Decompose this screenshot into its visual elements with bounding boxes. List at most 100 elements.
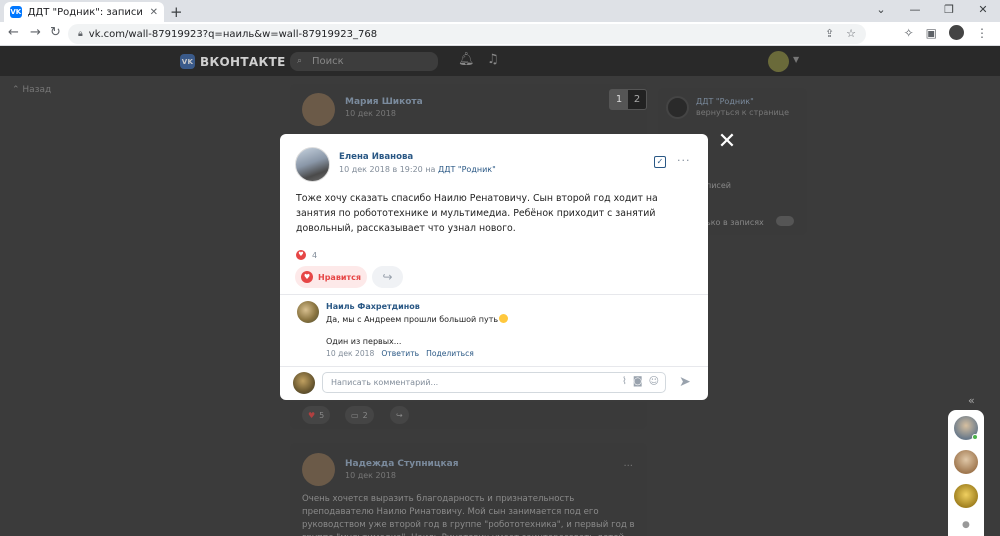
group-avatar[interactable] <box>666 96 689 119</box>
comment-input-placeholder: Написать комментарий... <box>331 378 439 387</box>
menu-dots-icon[interactable]: ⋮ <box>976 26 988 40</box>
post-group-link[interactable]: ДДТ "Родник" <box>438 165 496 174</box>
comment-author-avatar[interactable] <box>297 301 319 323</box>
post-author-avatar[interactable] <box>302 93 335 126</box>
music-icon[interactable]: ♫ <box>487 52 499 67</box>
comment-button[interactable]: ▭ 2 <box>345 406 374 424</box>
comment-author-name[interactable]: Наиль Фахретдинов <box>326 302 420 311</box>
toggle-label: ько в записях <box>706 218 764 227</box>
comment-count: 2 <box>362 410 368 420</box>
forward-arrow-icon[interactable]: → <box>30 25 41 40</box>
profile-avatar[interactable] <box>949 25 964 40</box>
current-user-avatar <box>293 372 315 394</box>
return-link[interactable]: вернуться к странице <box>696 108 789 117</box>
comment-input[interactable]: Написать комментарий... ⌇ ◙ ☺ <box>322 372 666 393</box>
share-button[interactable]: ↪ <box>372 266 403 288</box>
vk-logo[interactable]: VK ВКОНТАКТЕ <box>180 54 286 69</box>
url-text: vk.com/wall-87919923?q=наиль&w=wall-8791… <box>88 28 378 40</box>
chevron-down-icon[interactable]: ⌄ <box>864 0 898 22</box>
more-dots-icon[interactable]: ··· <box>623 461 633 472</box>
post-date[interactable]: 10 дек 2018 <box>345 471 396 480</box>
post-text: Тоже хочу сказать спасибо Наилю Ренатови… <box>296 193 658 234</box>
attach-icon[interactable]: ⌇ <box>622 376 627 387</box>
chat-bubble-icon[interactable]: ● <box>962 520 970 530</box>
address-bar[interactable]: 🔒︎ vk.com/wall-87919923?q=наиль&w=wall-8… <box>68 24 866 44</box>
browser-tabbar: VK ДДТ "Родник": записи сообщест ✕ + ⌄ —… <box>0 0 1000 22</box>
browser-tab[interactable]: VK ДДТ "Родник": записи сообщест ✕ <box>4 2 164 22</box>
heart-icon: ♥ <box>296 250 306 260</box>
share-arrow-icon: ↪ <box>382 270 393 284</box>
camera-icon[interactable]: ◙ <box>633 376 643 387</box>
vk-header: VK ВКОНТАКТЕ ⌕ Поиск 🔔︎ ♫ ▼ <box>0 46 1000 76</box>
post-author-name[interactable]: Надежда Ступницкая <box>345 459 458 469</box>
page-switch-1[interactable]: 1 <box>610 90 628 109</box>
bell-icon[interactable]: 🔔︎ <box>458 52 475 67</box>
reactions-count: 4 <box>312 250 318 260</box>
chat-avatar[interactable] <box>954 450 978 474</box>
post-author-name[interactable]: Мария Шикота <box>345 97 423 107</box>
side-panel-icon[interactable]: ▣ <box>926 26 937 40</box>
chevron-down-icon[interactable]: ▼ <box>793 55 799 64</box>
back-arrow-icon[interactable]: ← <box>8 25 19 40</box>
vk-search-input[interactable]: ⌕ Поиск <box>290 52 438 71</box>
comment-text-continued: Один из первых... <box>326 337 402 346</box>
emoji-icon[interactable]: ☺ <box>649 376 659 387</box>
new-tab-button[interactable]: + <box>170 3 183 21</box>
bookmark-star-icon[interactable]: ☆ <box>846 27 856 40</box>
share-link[interactable]: Поделиться <box>426 349 474 358</box>
like-button[interactable]: ♥ 5 <box>302 406 331 424</box>
send-icon[interactable]: ➤ <box>679 374 691 390</box>
chat-avatar[interactable] <box>954 484 978 508</box>
post-date[interactable]: 10 дек 2018 <box>345 109 396 118</box>
restore-button[interactable]: ❐ <box>932 0 966 22</box>
share-icon[interactable]: ⇪ <box>825 27 834 40</box>
post-date-separator: на <box>425 165 438 174</box>
minimize-button[interactable]: — <box>898 0 932 22</box>
vk-favicon-icon: VK <box>10 6 22 18</box>
divider <box>280 366 708 367</box>
share-arrow-icon: ↪ <box>396 410 403 420</box>
comment-text: Да, мы с Андреем прошли большой путь <box>326 314 509 324</box>
post-author-name[interactable]: Елена Иванова <box>339 152 413 162</box>
window-controls: ⌄ — ❐ ✕ <box>864 0 1000 22</box>
vk-logo-icon: VK <box>180 54 195 69</box>
like-button[interactable]: ♥ Нравится <box>295 266 367 288</box>
lock-icon[interactable]: 🔒︎ <box>78 29 83 39</box>
online-indicator <box>972 434 978 440</box>
page-switcher[interactable]: 1 2 <box>609 89 647 110</box>
collapse-chevron-icon[interactable]: « <box>968 394 975 407</box>
reload-icon[interactable]: ↻ <box>50 25 61 40</box>
checkmark-icon[interactable]: ✓ <box>654 156 666 168</box>
background-post-actions: ♥ 5 ▭ 2 ↪ <box>290 402 647 429</box>
comment-icon: ▭ <box>351 410 359 420</box>
background-post: Надежда Ступницкая 10 дек 2018 ··· Очень… <box>290 443 647 536</box>
like-label: Нравится <box>318 272 362 282</box>
close-icon[interactable]: ✕ <box>716 131 738 153</box>
tab-close-icon[interactable]: ✕ <box>150 7 158 18</box>
toggle-switch[interactable] <box>776 216 794 226</box>
back-link[interactable]: ⌃ Назад <box>12 85 51 95</box>
browser-toolbar: ← → ↻ 🔒︎ vk.com/wall-87919923?q=наиль&w=… <box>0 22 1000 46</box>
share-button[interactable]: ↪ <box>390 406 409 424</box>
group-name[interactable]: ДДТ "Родник" <box>696 97 754 106</box>
page-switch-2[interactable]: 2 <box>628 90 646 109</box>
posts-filter-label[interactable]: писей <box>706 181 731 190</box>
post-author-avatar[interactable] <box>302 453 335 486</box>
vk-logo-text: ВКОНТАКТЕ <box>200 54 286 69</box>
user-avatar[interactable] <box>768 51 789 72</box>
reactions-summary[interactable]: ♥ 4 <box>296 250 317 260</box>
close-window-button[interactable]: ✕ <box>966 0 1000 22</box>
search-icon: ⌕ <box>297 56 303 66</box>
divider <box>280 294 708 295</box>
more-dots-icon[interactable]: ··· <box>677 154 691 167</box>
comment-date[interactable]: 10 дек 2018 <box>326 349 374 358</box>
extensions-icon[interactable]: ✧ <box>904 26 914 40</box>
post-modal: Елена Иванова 10 дек 2018 в 19:20 на ДДТ… <box>280 134 708 400</box>
post-author-avatar[interactable] <box>295 147 330 182</box>
post-meta: 10 дек 2018 в 19:20 на ДДТ "Родник" <box>339 165 496 174</box>
heart-icon: ♥ <box>308 410 316 420</box>
comment-footer: 10 дек 2018 Ответить Поделиться <box>326 349 474 358</box>
post-date[interactable]: 10 дек 2018 в 19:20 <box>339 165 423 174</box>
search-placeholder: Поиск <box>312 56 344 67</box>
reply-link[interactable]: Ответить <box>381 349 419 358</box>
